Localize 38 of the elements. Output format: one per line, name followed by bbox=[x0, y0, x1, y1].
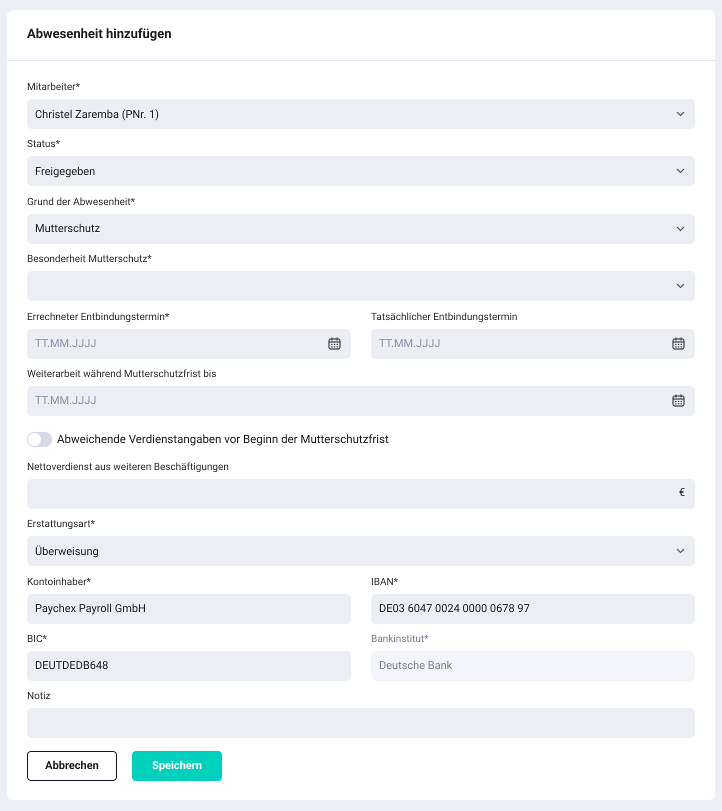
select-field[interactable]: Überweisung bbox=[27, 536, 695, 566]
field-label: Notiz bbox=[27, 690, 51, 704]
field-label: Nettoverdienst aus weiteren Beschäftigungen bbox=[27, 460, 229, 475]
field-label: Weiterarbeit während Mutterschutzfrist bis bbox=[27, 368, 216, 382]
calendar-icon bbox=[672, 394, 685, 408]
toggle-switch[interactable] bbox=[27, 432, 52, 447]
select-field[interactable] bbox=[27, 271, 695, 302]
field-label: Kontoinhaber* bbox=[27, 576, 91, 590]
currency-symbol: € bbox=[678, 485, 685, 502]
select-field[interactable]: Mutterschutz bbox=[27, 214, 695, 244]
input-field[interactable]: DE03 6047 0024 0000 0678 97 bbox=[371, 594, 695, 624]
field-label: Grund der Abwesenheit* bbox=[27, 196, 135, 210]
input-field[interactable]: DEUTDEDB648 bbox=[27, 650, 351, 681]
cancel-button[interactable]: Abbrechen bbox=[27, 751, 117, 782]
field-label: IBAN* bbox=[371, 576, 398, 590]
input-field[interactable]: Paychex Payroll GmbH bbox=[27, 594, 351, 624]
toggle-label: Abweichende Verdienstangaben vor Beginn der Mutterschutzfrist bbox=[57, 430, 389, 448]
date-field[interactable]: TT.MM.JJJJ bbox=[27, 328, 351, 359]
field-label: Besonderheit Mutterschutz* bbox=[27, 253, 152, 268]
field-label: Mitarbeiter* bbox=[27, 81, 80, 95]
chevron-down-icon bbox=[676, 226, 685, 232]
select-field[interactable]: Freigegeben bbox=[27, 156, 695, 186]
chevron-down-icon bbox=[676, 283, 685, 290]
calendar-icon bbox=[328, 337, 341, 350]
date-field[interactable]: TT.MM.JJJJ bbox=[371, 328, 695, 359]
calendar-icon bbox=[672, 337, 685, 350]
field-label: Erstattungsart* bbox=[27, 518, 95, 532]
field-label: Errechneter Entbindungstermin* bbox=[27, 310, 170, 325]
select-field[interactable]: Christel Zaremba (PNr. 1) bbox=[27, 99, 695, 129]
field-label: Tatsächlicher Entbindungstermin bbox=[371, 310, 518, 325]
field-label: Bankinstitut* bbox=[371, 632, 428, 647]
dialog-title: Abwesenheit hinzufügen bbox=[27, 26, 172, 44]
date-field[interactable]: TT.MM.JJJJ bbox=[27, 386, 695, 416]
chevron-down-icon bbox=[676, 548, 685, 554]
field-label: BIC* bbox=[27, 632, 47, 647]
chevron-down-icon bbox=[676, 168, 685, 174]
chevron-down-icon bbox=[676, 111, 685, 117]
field-label: Status* bbox=[27, 138, 60, 152]
